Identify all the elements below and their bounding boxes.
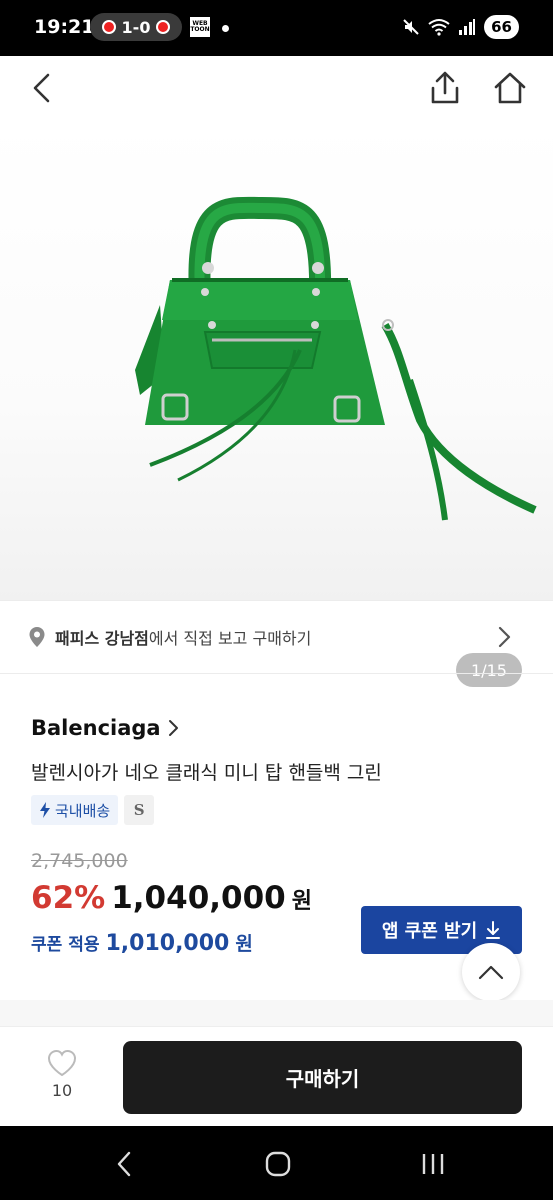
notification-dot-icon <box>222 25 229 32</box>
sale-price: 1,040,000 <box>111 880 286 916</box>
wifi-icon <box>428 19 450 36</box>
coupon-price: 1,010,000 <box>105 931 230 956</box>
coupon-button-label: 앱 쿠폰 받기 <box>381 921 478 942</box>
home-icon <box>494 72 526 104</box>
signal-icon <box>459 19 476 35</box>
battery-level: 66 <box>491 18 512 36</box>
chevron-right-icon <box>498 626 511 648</box>
battery-indicator: 66 <box>484 15 519 39</box>
product-image-gallery[interactable]: 1/15 <box>0 120 553 687</box>
mute-icon <box>403 19 419 35</box>
home-circle-icon <box>265 1151 291 1177</box>
brand-link[interactable]: Balenciaga <box>31 716 179 740</box>
heart-icon <box>47 1049 77 1077</box>
back-arrow-icon <box>117 1151 131 1177</box>
brand-name: Balenciaga <box>31 716 161 740</box>
scroll-to-top-button[interactable] <box>462 943 520 1001</box>
top-navigation <box>0 56 553 120</box>
product-title: 발렌시아가 네오 클래식 미니 탑 핸들백 그린 <box>31 762 382 784</box>
webtoon-app-icon: WEB TOON <box>190 17 210 37</box>
like-count: 10 <box>51 1081 73 1100</box>
store-banner-suffix: 에서 직접 보고 구매하기 <box>148 629 312 648</box>
system-back-button[interactable] <box>104 1144 144 1184</box>
store-name: 패피스 강남점 <box>55 629 149 648</box>
discount-rate: 62% <box>31 880 106 916</box>
share-icon <box>431 71 459 104</box>
system-home-button[interactable] <box>258 1144 298 1184</box>
status-icons: 66 <box>402 13 519 41</box>
bottom-action-bar: 10 구매하기 <box>0 1026 553 1127</box>
status-bar: 19:21 1-0 WEB TOON 66 <box>0 0 553 56</box>
download-icon <box>486 921 501 939</box>
sports-score-chip: 1-0 <box>90 13 182 41</box>
team-logo-icon <box>101 20 116 34</box>
section-divider <box>0 1000 553 1026</box>
chevron-up-icon <box>478 965 504 980</box>
location-pin-icon <box>29 627 45 647</box>
product-photo <box>135 196 537 521</box>
system-navigation-bar <box>0 1126 553 1200</box>
coupon-label: 쿠폰 적용 <box>31 935 100 955</box>
like-button[interactable]: 10 <box>36 1049 88 1100</box>
coupon-currency-label: 원 <box>235 933 253 955</box>
grade-tag: S <box>124 795 155 825</box>
system-recents-button[interactable] <box>413 1144 453 1184</box>
shipping-tag-label: 국내배송 <box>55 801 111 820</box>
coupon-price-row: 쿠폰 적용 1,010,000 원 <box>31 929 253 956</box>
lightning-icon <box>40 802 50 818</box>
score-text: 1-0 <box>121 17 151 37</box>
original-price: 2,745,000 <box>31 850 128 872</box>
chevron-right-icon <box>168 720 178 736</box>
team-logo-icon <box>156 20 171 34</box>
back-button[interactable] <box>20 66 64 110</box>
store-visit-banner[interactable]: 패피스 강남점에서 직접 보고 구매하기 <box>0 600 553 674</box>
home-button[interactable] <box>488 66 532 110</box>
store-banner-text: 패피스 강남점에서 직접 보고 구매하기 <box>55 625 311 649</box>
share-button[interactable] <box>423 66 467 110</box>
domestic-shipping-tag: 국내배송 <box>31 795 119 825</box>
chevron-left-icon <box>33 73 50 103</box>
status-time: 19:21 <box>34 16 95 38</box>
price-row: 62% 1,040,000 원 <box>31 880 312 916</box>
buy-button[interactable]: 구매하기 <box>123 1041 522 1114</box>
product-tags: 국내배송 S <box>31 795 155 825</box>
currency-label: 원 <box>291 889 312 914</box>
recents-icon <box>422 1154 444 1174</box>
